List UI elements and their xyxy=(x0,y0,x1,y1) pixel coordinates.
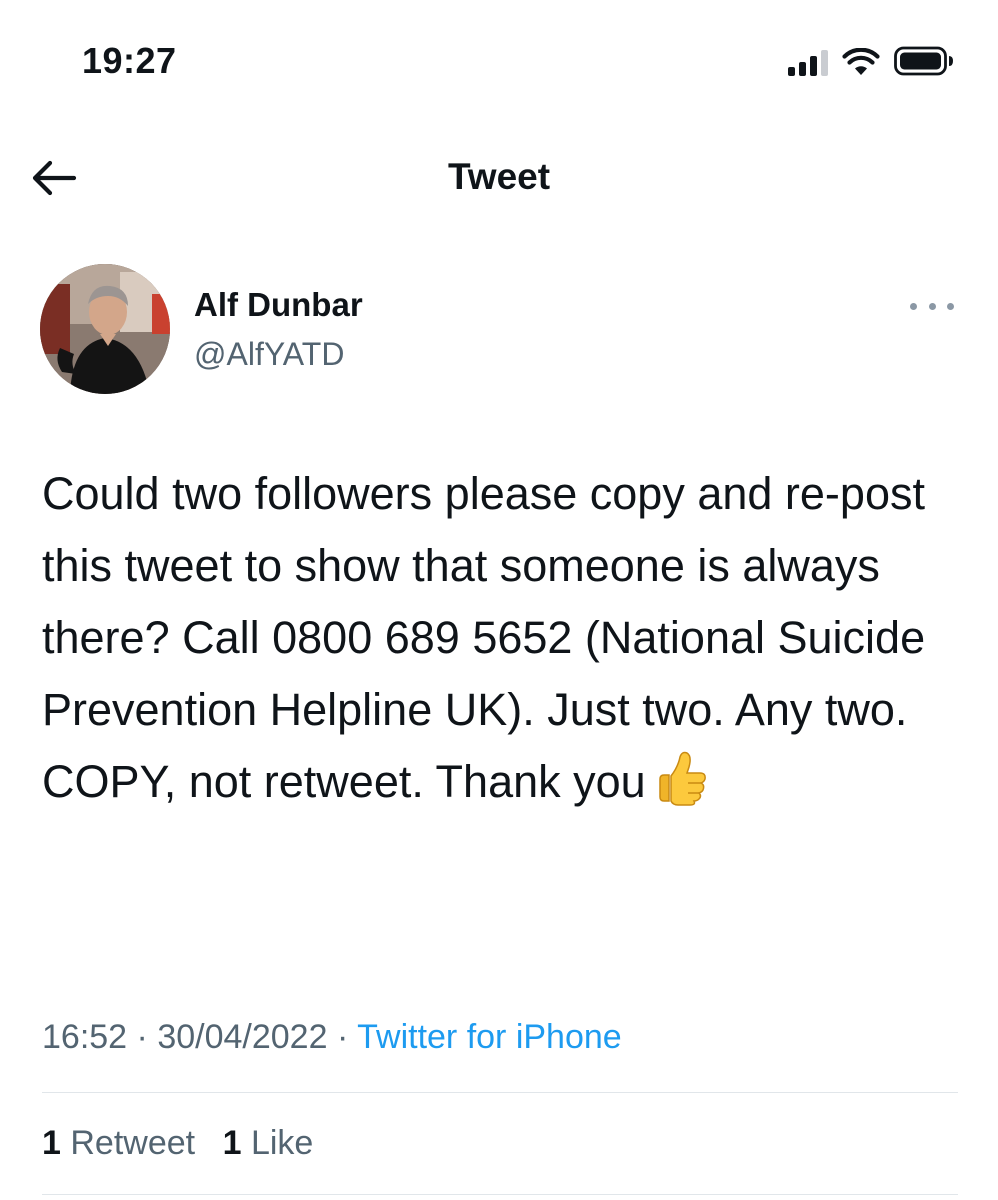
author-name[interactable]: Alf Dunbar xyxy=(194,286,363,324)
meta-separator: · xyxy=(136,1018,148,1056)
tweet-source-link[interactable]: Twitter for iPhone xyxy=(357,1018,622,1056)
tweet-text-content: Could two followers please copy and re-p… xyxy=(42,468,926,807)
more-options-icon[interactable] xyxy=(910,296,954,316)
retweets-stat[interactable]: 1 Retweet xyxy=(42,1124,195,1162)
divider xyxy=(42,1194,958,1195)
like-count: 1 xyxy=(222,1124,242,1162)
status-time: 19:27 xyxy=(82,40,177,81)
tweet-text: Could two followers please copy and re-p… xyxy=(42,458,942,828)
wifi-icon xyxy=(842,48,880,75)
author-handle[interactable]: @AlfYATD xyxy=(194,336,344,373)
like-label: Like xyxy=(250,1124,314,1162)
retweet-count: 1 xyxy=(42,1124,61,1162)
tweet-date: 30/04/2022 xyxy=(157,1018,328,1056)
tweet-detail-screen: 19:27 Tweet Alf Dunbar @AlfYATD Could tw… xyxy=(0,0,998,1200)
meta-separator: · xyxy=(336,1018,349,1056)
engagement-stats: 1 Retweet 1 Like xyxy=(42,1124,313,1163)
retweet-label: Retweet xyxy=(70,1124,196,1162)
avatar[interactable] xyxy=(40,264,170,394)
tweet-meta: 16:52 · 30/04/2022 · Twitter for iPhone xyxy=(42,1018,622,1057)
page-title: Tweet xyxy=(447,156,551,197)
signal-icon xyxy=(788,50,828,76)
divider xyxy=(42,1092,958,1093)
status-icons xyxy=(788,46,954,76)
thumbs-up-emoji-icon xyxy=(652,749,710,828)
likes-stat[interactable]: 1 Like xyxy=(223,1124,314,1162)
battery-icon xyxy=(894,46,953,76)
tweet-time: 16:52 xyxy=(42,1018,128,1056)
